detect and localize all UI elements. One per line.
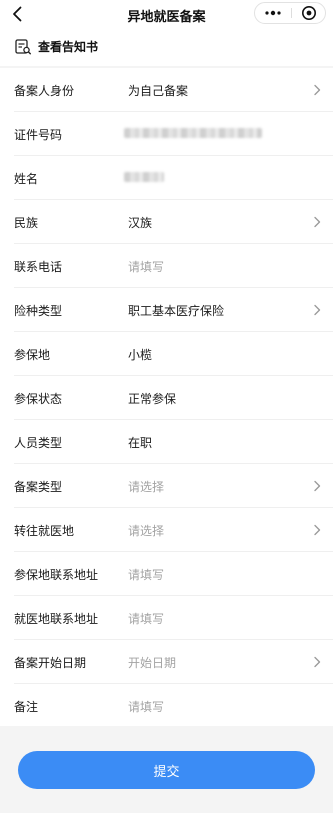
document-search-icon	[15, 39, 31, 55]
footer: 提交	[0, 726, 333, 813]
form-row-start-date[interactable]: 备案开始日期 开始日期	[0, 640, 333, 684]
field-label: 民族	[14, 216, 39, 230]
form-row-name: 姓名	[0, 156, 333, 200]
form-row-filing-type[interactable]: 备案类型 请选择	[0, 464, 333, 508]
filing-type-select[interactable]: 请选择	[128, 478, 164, 495]
field-label: 姓名	[14, 172, 39, 186]
field-label: 就医地联系地址	[14, 612, 99, 626]
form-row-insured-status: 参保状态 正常参保	[0, 376, 333, 420]
form-row-personnel-type: 人员类型 在职	[0, 420, 333, 464]
form-row-remarks[interactable]: 备注 请填写	[0, 684, 333, 728]
destination-select[interactable]: 请选择	[128, 522, 164, 539]
personnel-type-value: 在职	[128, 436, 153, 450]
chevron-right-icon	[314, 84, 321, 96]
form-row-phone[interactable]: 联系电话 请填写	[0, 244, 333, 288]
form-row-medical-address[interactable]: 就医地联系地址 请填写	[0, 596, 333, 640]
field-label: 参保地联系地址	[14, 568, 99, 582]
more-button[interactable]	[255, 3, 291, 23]
insured-address-input[interactable]: 请填写	[128, 566, 164, 583]
more-dots-icon	[265, 10, 281, 16]
form-row-insured-address[interactable]: 参保地联系地址 请填写	[0, 552, 333, 596]
masked-name	[124, 172, 164, 182]
masked-id-number	[124, 128, 262, 138]
form-row-destination[interactable]: 转往就医地 请选择	[0, 508, 333, 552]
form-row-ethnicity[interactable]: 民族 汉族	[0, 200, 333, 244]
form-row-insurance-type[interactable]: 险种类型 职工基本医疗保险	[0, 288, 333, 332]
field-label: 联系电话	[14, 260, 63, 274]
field-label: 备案人身份	[14, 84, 75, 98]
field-label: 转往就医地	[14, 524, 75, 538]
field-label: 参保状态	[14, 392, 63, 406]
chevron-right-icon	[314, 304, 321, 316]
form-row-filer-identity[interactable]: 备案人身份 为自己备案	[0, 68, 333, 112]
filing-form: 备案人身份 为自己备案 证件号码 姓名 民族 汉族 联系电话 请填写 险种类型 …	[0, 68, 333, 726]
insurance-type-value[interactable]: 职工基本医疗保险	[128, 302, 224, 319]
field-label: 备注	[14, 700, 39, 714]
phone-input[interactable]: 请填写	[128, 258, 164, 275]
medical-address-input[interactable]: 请填写	[128, 610, 164, 627]
chevron-right-icon	[314, 216, 321, 228]
form-row-insured-place: 参保地 小榄	[0, 332, 333, 376]
field-label: 人员类型	[14, 436, 63, 450]
chevron-right-icon	[314, 480, 321, 492]
field-label: 备案类型	[14, 480, 63, 494]
nav-bar: 异地就医备案	[0, 0, 333, 28]
ethnicity-value[interactable]: 汉族	[128, 214, 152, 231]
start-date-picker[interactable]: 开始日期	[128, 654, 176, 671]
mini-program-capsule	[254, 2, 326, 24]
chevron-right-icon	[314, 656, 321, 668]
submit-button[interactable]: 提交	[18, 751, 315, 789]
field-label: 险种类型	[14, 304, 63, 318]
field-label: 证件号码	[14, 128, 63, 142]
insured-place-value: 小榄	[128, 348, 153, 362]
close-mini-program-button[interactable]	[292, 3, 326, 23]
remarks-input[interactable]: 请填写	[128, 698, 164, 715]
field-label: 备案开始日期	[14, 656, 87, 670]
notice-bar: 查看告知书	[0, 28, 333, 66]
field-label: 参保地	[14, 348, 51, 362]
chevron-right-icon	[314, 524, 321, 536]
target-circle-icon	[302, 6, 316, 20]
insured-status-value: 正常参保	[128, 392, 177, 406]
form-row-id-number: 证件号码	[0, 112, 333, 156]
filer-identity-value[interactable]: 为自己备案	[128, 82, 188, 99]
view-notice-label: 查看告知书	[38, 40, 99, 54]
